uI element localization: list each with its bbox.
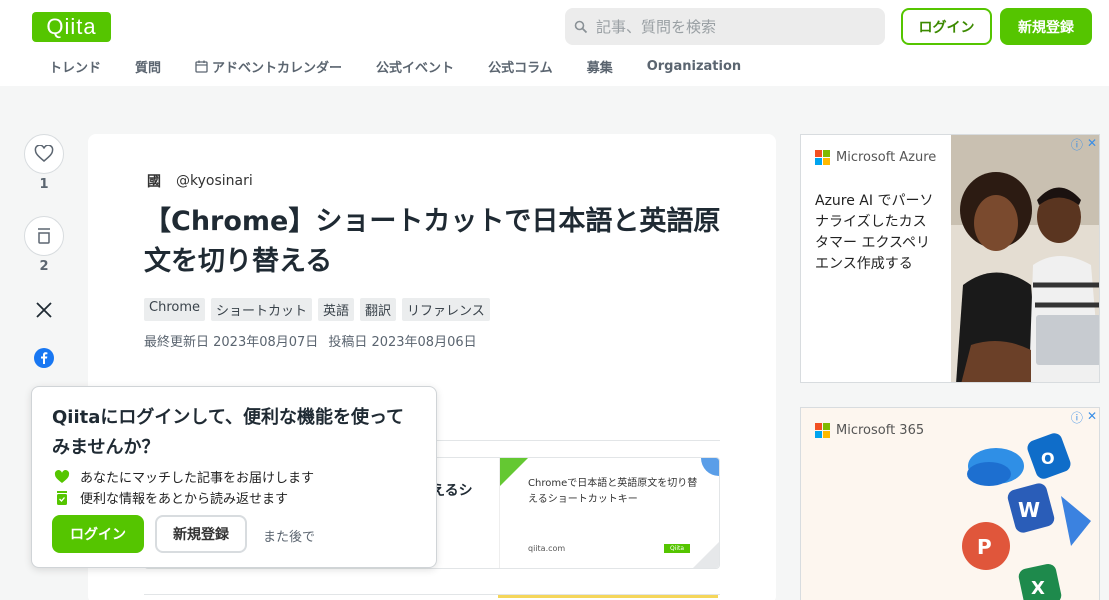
ad-info-icon[interactable]: ⓘ <box>1071 409 1083 426</box>
ad-info-icon[interactable]: ⓘ <box>1071 136 1083 153</box>
header: Qiita ログイン 新規登録 トレンド 質問 アドベントカレンダー 公式イベン… <box>0 0 1109 86</box>
link-card-title: えるシ <box>431 483 473 499</box>
svg-text:O: O <box>1041 449 1055 468</box>
thumbnail-corner-gray <box>693 542 719 568</box>
ad-controls[interactable]: ⓘ ✕ <box>1071 136 1097 153</box>
stock-count: 2 <box>39 259 49 274</box>
nav-advent-calendar-label: アドベントカレンダー <box>212 60 343 76</box>
qiita-logo[interactable]: Qiita <box>32 12 111 42</box>
ad-azure-brand-label: Microsoft Azure <box>836 150 937 165</box>
tag-list: Chrome ショートカット 英語 翻訳 リファレンス <box>144 298 490 321</box>
nav-trend[interactable]: トレンド <box>32 58 118 76</box>
author-name[interactable]: @kyosinari <box>176 173 253 189</box>
nav-official-events[interactable]: 公式イベント <box>359 58 471 76</box>
article-actions: 1 2 <box>24 134 64 378</box>
popup-title: Qiitaにログインして、便利な機能を使ってみませんか？ <box>52 407 405 458</box>
thumbnail-corner-green <box>500 458 528 486</box>
svg-text:W: W <box>1018 498 1040 522</box>
ad-azure-brand: Microsoft Azure <box>815 150 936 165</box>
tag-chrome[interactable]: Chrome <box>144 298 205 321</box>
microsoft-logo-icon <box>815 423 830 438</box>
link-card-2[interactable] <box>144 594 720 600</box>
share-x-button[interactable] <box>24 290 64 330</box>
popup-benefit-2-text: 便利な情報をあとから読み返せます <box>80 492 289 507</box>
tag-translation[interactable]: 翻訳 <box>360 298 397 321</box>
ad-m365[interactable]: Microsoft 365 O W P X ⓘ ✕ <box>800 407 1100 600</box>
popup-benefit-2: 便利な情報をあとから読み返せます <box>54 488 288 507</box>
ad-m365-brand: Microsoft 365 <box>815 423 924 438</box>
nav-official-columns[interactable]: 公式コラム <box>471 58 570 76</box>
ad-azure[interactable]: Microsoft Azure Azure AI でパーソ ナライズしたカス タ… <box>800 134 1100 383</box>
nav-advent-calendar[interactable]: アドベントカレンダー <box>178 58 359 76</box>
link-card-thumbnail: Chromeで日本語と英語原文を切り替えるショートカットキー qiita.com… <box>499 458 719 568</box>
login-prompt-popup: Qiitaにログインして、便利な機能を使ってみませんか？ あなたにマッチした記事… <box>31 386 437 568</box>
like-count: 1 <box>39 177 49 192</box>
global-nav: トレンド 質問 アドベントカレンダー 公式イベント 公式コラム 募集 Organ… <box>32 58 758 76</box>
ad-controls-2[interactable]: ⓘ ✕ <box>1071 409 1097 426</box>
posted-date: 投稿日 2023年08月06日 <box>328 335 477 350</box>
ad-m365-brand-label: Microsoft 365 <box>836 423 925 438</box>
ad-close-icon[interactable]: ✕ <box>1087 136 1097 153</box>
stock-filled-icon <box>57 490 67 505</box>
search-icon <box>574 20 588 33</box>
author-info[interactable]: 國 @kyosinari <box>144 171 253 191</box>
nav-questions[interactable]: 質問 <box>118 58 178 76</box>
tag-reference[interactable]: リファレンス <box>402 298 490 321</box>
thumbnail-corner-blue <box>701 458 719 476</box>
tag-shortcut[interactable]: ショートカット <box>211 298 313 321</box>
popup-later-link[interactable]: また後で <box>263 526 315 545</box>
people-photo-icon <box>951 135 1099 382</box>
nav-organization[interactable]: Organization <box>630 58 758 74</box>
popup-benefit-1: あなたにマッチした記事をお届けします <box>54 467 314 486</box>
ad-azure-photo <box>951 135 1099 382</box>
office-apps-icons: O W P X <box>962 433 1091 600</box>
search-input[interactable] <box>596 17 866 36</box>
thumbnail-qiita-logo: Qiita <box>664 544 690 553</box>
article-title: 【Chrome】ショートカットで日本語と英語原文を切り替える <box>144 206 721 277</box>
signup-button[interactable]: 新規登録 <box>1000 8 1092 45</box>
ad-azure-text: Azure AI でパーソ ナライズしたカス タマー エクスペリ エンス作成する <box>815 193 934 272</box>
stock-icon <box>38 228 50 244</box>
facebook-icon <box>34 348 54 368</box>
login-button[interactable]: ログイン <box>901 8 992 45</box>
svg-text:P: P <box>977 535 992 559</box>
microsoft-logo-icon <box>815 150 830 165</box>
heart-filled-icon <box>54 469 70 483</box>
x-icon <box>36 302 52 318</box>
updated-date: 最終更新日 2023年08月07日 <box>144 335 319 350</box>
svg-text:X: X <box>1031 578 1045 599</box>
article-dates: 最終更新日 2023年08月07日 投稿日 2023年08月06日 <box>144 331 477 350</box>
like-button[interactable] <box>24 134 64 174</box>
share-facebook-button[interactable] <box>24 338 64 378</box>
author-avatar[interactable]: 國 <box>144 171 164 191</box>
divider <box>422 440 720 441</box>
stock-button[interactable] <box>24 216 64 256</box>
link-card-2-accent <box>498 595 718 598</box>
ad-close-icon[interactable]: ✕ <box>1087 409 1097 426</box>
thumbnail-title: Chromeで日本語と英語原文を切り替えるショートカットキー <box>528 478 698 505</box>
nav-recruit[interactable]: 募集 <box>570 58 630 76</box>
tag-english[interactable]: 英語 <box>318 298 355 321</box>
popup-signup-button[interactable]: 新規登録 <box>155 515 247 553</box>
heart-icon <box>34 145 54 162</box>
search-box[interactable] <box>565 8 885 45</box>
thumbnail-site: qiita.com <box>528 544 566 553</box>
calendar-icon <box>195 60 208 73</box>
popup-benefit-1-text: あなたにマッチした記事をお届けします <box>80 471 315 486</box>
popup-login-button[interactable]: ログイン <box>52 515 144 553</box>
